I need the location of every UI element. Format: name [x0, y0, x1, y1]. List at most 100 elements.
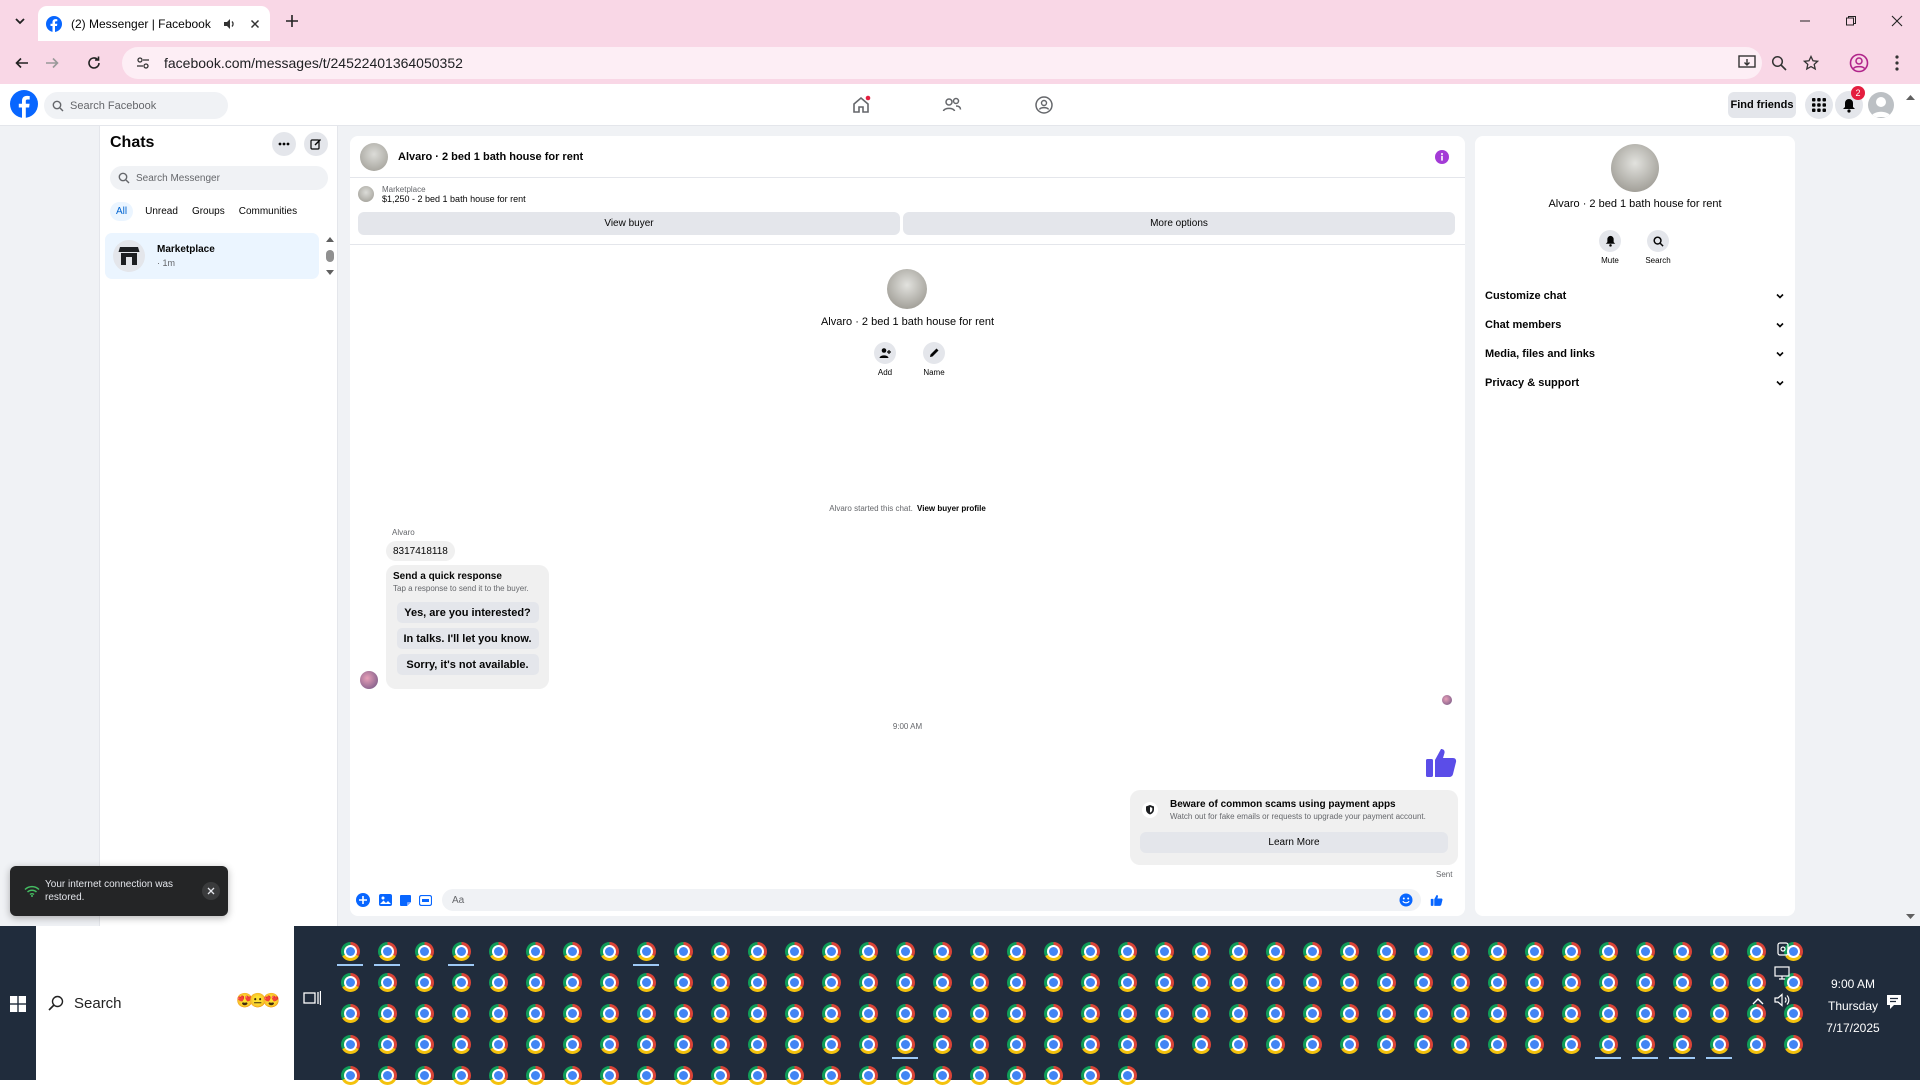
chrome-taskbar-icon[interactable]: [1192, 1004, 1211, 1023]
chat-list-scrollbar[interactable]: [326, 236, 334, 276]
chrome-taskbar-icon[interactable]: [1599, 1035, 1618, 1054]
install-app-button[interactable]: [1736, 53, 1758, 73]
browser-tab-messenger[interactable]: (2) Messenger | Facebook: [38, 6, 270, 41]
messenger-search[interactable]: Search Messenger: [110, 166, 328, 190]
quick-response-in-talks[interactable]: In talks. I'll let you know.: [396, 628, 539, 649]
chrome-taskbar-icon[interactable]: [785, 1035, 804, 1054]
search-conversation-button[interactable]: Search: [1641, 230, 1675, 265]
chrome-taskbar-icon[interactable]: [785, 973, 804, 992]
chrome-taskbar-icon[interactable]: [859, 1066, 878, 1085]
chrome-taskbar-icon[interactable]: [637, 1066, 656, 1085]
quick-response-yes[interactable]: Yes, are you interested?: [396, 602, 539, 623]
chrome-taskbar-icon[interactable]: [1562, 1004, 1581, 1023]
address-bar[interactable]: facebook.com/messages/t/2452240136405035…: [122, 47, 1762, 79]
emoji-icon[interactable]: [1399, 893, 1413, 907]
chrome-taskbar-icon[interactable]: [1599, 1004, 1618, 1023]
chrome-taskbar-icon[interactable]: [489, 942, 508, 961]
chrome-taskbar-icon[interactable]: [1044, 942, 1063, 961]
page-scroll-up-icon[interactable]: [1906, 94, 1915, 100]
chrome-taskbar-icon[interactable]: [822, 1066, 841, 1085]
more-options-button[interactable]: More options: [903, 212, 1455, 235]
screen-capture-icon[interactable]: [1776, 942, 1790, 956]
chrome-taskbar-icon[interactable]: [748, 1004, 767, 1023]
chrome-taskbar-icon[interactable]: [1007, 942, 1026, 961]
chrome-taskbar-icon[interactable]: [1266, 1004, 1285, 1023]
chrome-taskbar-icon[interactable]: [1118, 973, 1137, 992]
restore-button[interactable]: [1828, 0, 1874, 41]
chevron-up-icon[interactable]: [1752, 997, 1764, 1005]
chrome-taskbar-icon[interactable]: [415, 1035, 434, 1054]
chrome-taskbar-icon[interactable]: [896, 1035, 915, 1054]
chrome-taskbar-icon[interactable]: [748, 1035, 767, 1054]
chrome-taskbar-icon[interactable]: [341, 1035, 360, 1054]
chrome-taskbar-icon[interactable]: [1118, 1035, 1137, 1054]
chrome-taskbar-icon[interactable]: [748, 1066, 767, 1085]
chrome-taskbar-icon[interactable]: [822, 1004, 841, 1023]
chrome-taskbar-icon[interactable]: [1562, 942, 1581, 961]
chrome-taskbar-icon[interactable]: [1451, 1004, 1470, 1023]
view-buyer-button[interactable]: View buyer: [358, 212, 900, 235]
page-scroll-down-icon[interactable]: [1906, 914, 1915, 920]
chrome-taskbar-icon[interactable]: [1007, 973, 1026, 992]
chrome-taskbar-icon[interactable]: [489, 1066, 508, 1085]
nav-home[interactable]: [848, 92, 874, 118]
chrome-taskbar-icon[interactable]: [378, 942, 397, 961]
chrome-taskbar-icon[interactable]: [600, 1066, 619, 1085]
chrome-taskbar-icon[interactable]: [637, 1004, 656, 1023]
chrome-taskbar-icon[interactable]: [1673, 942, 1692, 961]
chrome-taskbar-icon[interactable]: [1340, 942, 1359, 961]
send-like-button[interactable]: [1429, 892, 1445, 908]
chrome-taskbar-icon[interactable]: [1229, 973, 1248, 992]
attach-photo-button[interactable]: [378, 893, 392, 907]
menu-button[interactable]: [1805, 91, 1833, 119]
facebook-search[interactable]: Search Facebook: [44, 92, 228, 119]
browser-menu-button[interactable]: [1888, 52, 1906, 74]
chrome-taskbar-icon[interactable]: [526, 1035, 545, 1054]
chrome-taskbar-icon[interactable]: [526, 1004, 545, 1023]
chrome-taskbar-icon[interactable]: [1118, 1004, 1137, 1023]
chat-members-section[interactable]: Chat members: [1475, 310, 1795, 339]
chrome-taskbar-icon[interactable]: [859, 973, 878, 992]
new-message-button[interactable]: [304, 132, 328, 156]
chrome-taskbar-icon[interactable]: [637, 1035, 656, 1054]
customize-chat-section[interactable]: Customize chat: [1475, 281, 1795, 310]
chrome-taskbar-icon[interactable]: [1414, 1035, 1433, 1054]
chrome-taskbar-icon[interactable]: [1044, 1004, 1063, 1023]
account-avatar[interactable]: [1868, 92, 1894, 118]
scroll-thumb[interactable]: [326, 250, 334, 262]
chrome-taskbar-icon[interactable]: [600, 1035, 619, 1054]
chrome-taskbar-icon[interactable]: [1710, 973, 1729, 992]
chrome-taskbar-icon[interactable]: [1377, 973, 1396, 992]
zoom-button[interactable]: [1768, 53, 1790, 73]
name-chat-button[interactable]: Name: [917, 342, 951, 377]
reload-button[interactable]: [80, 49, 108, 77]
chrome-taskbar-icon[interactable]: [1636, 973, 1655, 992]
chrome-taskbar-icon[interactable]: [970, 1066, 989, 1085]
chrome-taskbar-icon[interactable]: [1081, 973, 1100, 992]
chrome-taskbar-icon[interactable]: [1044, 1066, 1063, 1085]
chrome-taskbar-icon[interactable]: [1525, 1035, 1544, 1054]
chrome-taskbar-icon[interactable]: [1007, 1004, 1026, 1023]
chrome-taskbar-icon[interactable]: [1488, 973, 1507, 992]
chrome-taskbar-icon[interactable]: [970, 1004, 989, 1023]
chrome-taskbar-icon[interactable]: [1636, 1035, 1655, 1054]
chrome-taskbar-icon[interactable]: [785, 942, 804, 961]
notifications-button[interactable]: 2: [1835, 86, 1865, 119]
conversation-info-button[interactable]: [1435, 150, 1449, 164]
chat-options-button[interactable]: [272, 132, 296, 156]
chrome-taskbar-icon[interactable]: [600, 1004, 619, 1023]
speaker-icon[interactable]: [222, 17, 236, 31]
chrome-taskbar-icon[interactable]: [970, 973, 989, 992]
add-people-button[interactable]: Add: [870, 342, 900, 377]
sent-like[interactable]: [1424, 744, 1460, 780]
chrome-taskbar-icon[interactable]: [1081, 1066, 1100, 1085]
chrome-taskbar-icon[interactable]: [1266, 942, 1285, 961]
message-input[interactable]: Aa: [442, 889, 1421, 911]
chrome-taskbar-icon[interactable]: [1451, 973, 1470, 992]
close-icon[interactable]: [248, 17, 262, 31]
nav-groups[interactable]: [1031, 92, 1057, 118]
chrome-taskbar-icon[interactable]: [415, 942, 434, 961]
chrome-taskbar-icon[interactable]: [341, 973, 360, 992]
chrome-taskbar-icon[interactable]: [748, 942, 767, 961]
forward-button[interactable]: [38, 49, 66, 77]
